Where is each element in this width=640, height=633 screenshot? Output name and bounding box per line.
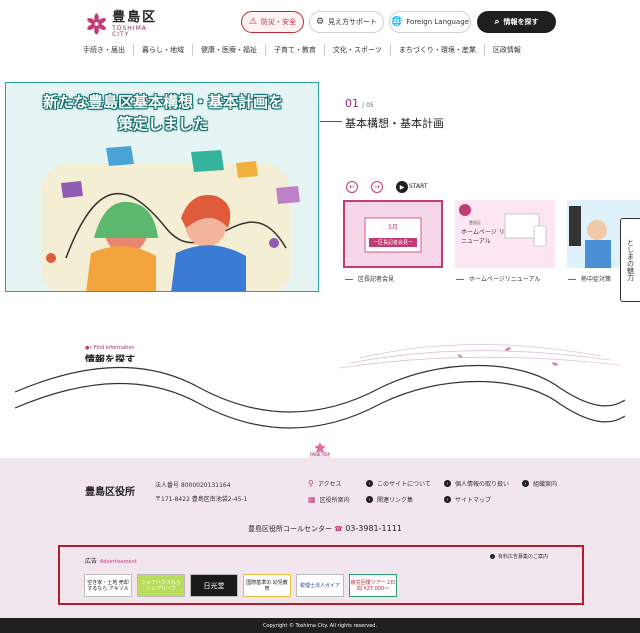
prev-slide-button[interactable]: ← (346, 181, 358, 193)
nav-item-health[interactable]: 健康・医療・福祉 (193, 44, 266, 56)
find-info-label-en: ●• Find information (85, 345, 135, 351)
footer-link-office-guide[interactable]: ▦ 区役所案内 (308, 495, 350, 504)
chevron-right-icon: › (366, 496, 373, 503)
side-banner-attractions[interactable]: としまの魅力 (620, 218, 640, 302)
next-slide-button[interactable]: → (371, 181, 383, 193)
footer-link-about[interactable]: › このサイトについて (366, 479, 431, 488)
map-pin-icon: ⚲ (308, 479, 314, 488)
slide-total: / 05 (362, 102, 374, 109)
nav-item-government[interactable]: 区政情報 (485, 44, 529, 56)
footer-address: 〒171-8422 豊島区南池袋2-45-1 (155, 496, 248, 503)
thumb2-text-bottom: ホームページ リニューアル (461, 229, 505, 245)
copyright: Copyright © Toshima City. All rights res… (0, 618, 640, 633)
chevron-right-icon: › (522, 480, 529, 487)
chevron-right-icon: › (366, 480, 373, 487)
phone-icon: ☎ (334, 525, 343, 533)
press-conference-thumbnail-image (345, 202, 441, 266)
nav-item-childcare[interactable]: 子育て・教育 (266, 44, 325, 56)
hero-title: 新たな豊島区基本構想・基本計画を 策定しました (6, 91, 318, 135)
logo-text-jp: 豊島区 (112, 9, 158, 25)
thumbnail-caption-website-renewal[interactable]: ホームページリニューアル (456, 274, 540, 283)
nav-item-living[interactable]: 暮らし・地域 (134, 44, 193, 56)
thumb1-text-bottom: ー区長記者会見ー (372, 240, 413, 246)
global-nav: 手続き・届出 暮らし・地域 健康・医療・福祉 子育て・教育 文化・スポーツ まち… (75, 44, 565, 56)
thumbnail-website-renewal[interactable]: 豊島区 ホームページ リニューアル (455, 200, 555, 268)
nav-item-culture[interactable]: 文化・スポーツ (325, 44, 391, 56)
logo-text-en: TOSHIMA CITY (112, 24, 147, 38)
slide-current: 01 (345, 97, 359, 110)
call-center-label: 豊島区役所コールセンター (248, 525, 332, 533)
ad-banner-tax-firm[interactable]: 税理士法人ガイア (296, 574, 344, 597)
foreign-language-button[interactable]: 🌐 Foreign Language (389, 11, 471, 33)
slide-indicator-line (320, 121, 342, 122)
ad-banner-shareleaf[interactable]: シェアハウスなら シェアリーフ (137, 574, 185, 597)
find-info-button[interactable]: ⌕ 情報を探す (477, 11, 556, 33)
thumbnail-press-conference[interactable]: 5月 ー区長記者会見ー (343, 200, 443, 268)
thumb1-text-top: 5月 (388, 224, 398, 231)
globe-icon: 🌐 (391, 17, 403, 27)
footer-link-related[interactable]: › 関連リンク集 (366, 495, 413, 504)
building-icon: ▦ (308, 495, 316, 504)
thumbnail-caption-heatstroke[interactable]: 熱中症対策 (568, 274, 611, 283)
footer-link-organization[interactable]: › 組織案内 (522, 479, 557, 488)
foreign-language-label: Foreign Language (406, 18, 469, 26)
disaster-safety-label: 防災・安全 (261, 18, 297, 26)
page-top-label[interactable]: PAGE TOP (304, 452, 336, 457)
azalea-logo-icon (87, 13, 106, 35)
ad-label: 広告 Advertisement (85, 558, 137, 565)
search-icon: ⌕ (494, 17, 500, 27)
find-info-dots-icon: ●• (85, 345, 93, 351)
arrow-right-icon: → (374, 183, 380, 191)
start-label[interactable]: START (409, 183, 428, 190)
thumbnail-caption-press-conference[interactable]: 区長記者会見 (345, 274, 394, 283)
ad-banner-preschool[interactable]: 国際基準の 幼児教育 (243, 574, 291, 597)
alert-icon: ⚠ (248, 17, 258, 27)
thumb2-text-top: 豊島区 (469, 220, 481, 225)
nav-item-procedures[interactable]: 手続き・届出 (75, 44, 134, 56)
find-info-label: 情報を探す (503, 18, 539, 26)
call-center: 豊島区役所コールセンター ☎ 03-3981-1111 (248, 524, 402, 534)
hero-title-line1: 新たな豊島区基本構想・基本計画を (42, 93, 283, 111)
find-info-heading: 情報を探す (85, 355, 135, 362)
chevron-right-icon: › (490, 554, 495, 559)
ad-banner-nikkodo[interactable]: 日光堂 (190, 574, 238, 597)
footer-corporate-number: 法人番号 8000020131164 (155, 482, 231, 489)
call-center-tel[interactable]: 03-3981-1111 (345, 524, 402, 533)
play-icon: ▶ (399, 183, 405, 191)
footer-link-access[interactable]: ⚲ アクセス (308, 479, 342, 488)
ad-banner-akisol[interactable]: 空き家・土地 売却するなら アキソル (84, 574, 132, 597)
nav-item-town[interactable]: まちづくり・環境・産業 (391, 44, 485, 56)
hero-title-line2: 策定しました (117, 115, 208, 133)
gear-icon: ⚙ (315, 17, 325, 27)
visibility-support-button[interactable]: ⚙ 見え方サポート (309, 11, 384, 33)
page-top-flower-icon[interactable] (302, 440, 338, 462)
footer-link-sitemap[interactable]: › サイトマップ (444, 495, 491, 504)
arrow-left-icon: ← (349, 183, 355, 191)
hero-slide[interactable]: 新たな豊島区基本構想・基本計画を 策定しました (5, 82, 319, 292)
chevron-right-icon: › (444, 496, 451, 503)
ad-recruit-link[interactable]: › 有料広告募集のご案内 (490, 553, 548, 560)
ad-banner-tour[interactable]: 疲労回復ツアー 2日間 ¥27,000〜 (349, 574, 397, 597)
start-slideshow-button[interactable]: ▶ (396, 181, 408, 193)
footer-org-name: 豊島区役所 (85, 487, 135, 498)
slide-title[interactable]: 基本構想・基本計画 (345, 115, 444, 131)
slide-counter: 01 / 05 (345, 97, 374, 110)
disaster-safety-button[interactable]: ⚠ 防災・安全 (241, 11, 304, 33)
chevron-right-icon: › (444, 480, 451, 487)
site-logo[interactable]: 豊島区 TOSHIMA CITY (85, 10, 165, 38)
footer-link-privacy[interactable]: › 個人情報の取り扱い (444, 479, 509, 488)
hero-illustration (6, 138, 318, 291)
visibility-support-label: 見え方サポート (328, 18, 378, 26)
